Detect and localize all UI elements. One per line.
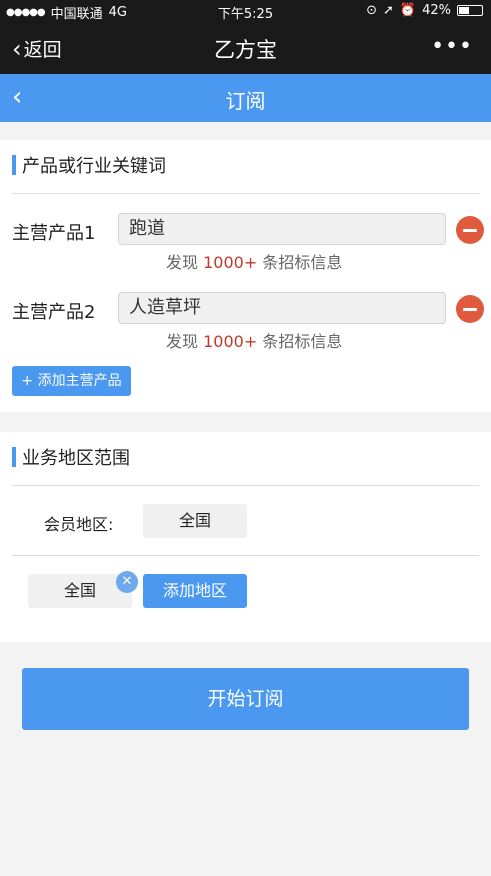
header-back-button[interactable]: ‹ <box>12 83 22 111</box>
app-title: 乙方宝 <box>214 38 277 62</box>
page-title: 订阅 <box>225 89 266 113</box>
battery-fill <box>459 7 470 14</box>
hint-count: 1000+ <box>203 332 258 351</box>
product-2-hint: 发现 1000+ 条招标信息 <box>166 328 342 352</box>
section-accent-bar <box>12 447 16 467</box>
remove-region-icon[interactable]: ✕ <box>116 571 138 593</box>
divider <box>12 193 479 194</box>
nav-bar: ‹ 返回 乙方宝 ••• <box>0 22 491 74</box>
member-region-label: 会员地区: <box>44 515 114 534</box>
add-product-button[interactable]: + 添加主营产品 <box>12 366 131 396</box>
product-1-hint: 发现 1000+ 条招标信息 <box>166 249 342 273</box>
hint-prefix: 发现 <box>166 332 199 351</box>
remove-product-2-button[interactable] <box>456 295 484 323</box>
hint-count: 1000+ <box>203 253 258 272</box>
section-accent-bar <box>12 155 16 175</box>
divider <box>12 485 479 486</box>
add-region-button[interactable]: 添加地区 <box>143 574 247 608</box>
page-header: ‹ 订阅 <box>0 74 491 122</box>
clock: 下午5:25 <box>217 7 274 22</box>
hint-suffix: 条招标信息 <box>262 332 343 351</box>
region-section-label: 业务地区范围 <box>22 448 130 469</box>
remove-product-1-button[interactable] <box>456 216 484 244</box>
member-region-value: 全国 <box>143 504 247 538</box>
hint-suffix: 条招标信息 <box>262 253 343 272</box>
product-1-input[interactable]: 跑道 <box>118 213 446 245</box>
battery-percent: 42% <box>422 3 451 18</box>
alarm-icon: ⏰ <box>399 3 417 18</box>
hint-prefix: 发现 <box>166 253 199 272</box>
lock-rotation-icon: ⊙ <box>366 3 377 18</box>
back-label: 返回 <box>23 39 62 61</box>
divider <box>12 555 479 556</box>
keywords-section-title: 产品或行业关键词 <box>12 154 166 177</box>
keywords-card: 产品或行业关键词 主营产品1 跑道 发现 1000+ 条招标信息 主营产品2 人… <box>0 140 491 412</box>
region-card: 业务地区范围 会员地区: 全国 全国 ✕ 添加地区 <box>0 432 491 642</box>
keywords-section-label: 产品或行业关键词 <box>22 156 166 177</box>
battery-icon <box>457 5 483 16</box>
back-button[interactable]: ‹ 返回 <box>12 35 62 62</box>
product-1-label: 主营产品1 <box>12 223 96 244</box>
product-2-input[interactable]: 人造草坪 <box>118 292 446 324</box>
status-bar: ●●●●● 中国联通 4G 下午5:25 ⊙ ➚ ⏰ 42% <box>0 0 491 22</box>
chevron-left-icon: ‹ <box>12 34 22 63</box>
start-subscription-button[interactable]: 开始订阅 <box>22 668 469 730</box>
location-icon: ➚ <box>383 3 394 18</box>
more-button[interactable]: ••• <box>431 34 473 59</box>
product-2-label: 主营产品2 <box>12 302 96 323</box>
region-section-title: 业务地区范围 <box>12 446 130 469</box>
